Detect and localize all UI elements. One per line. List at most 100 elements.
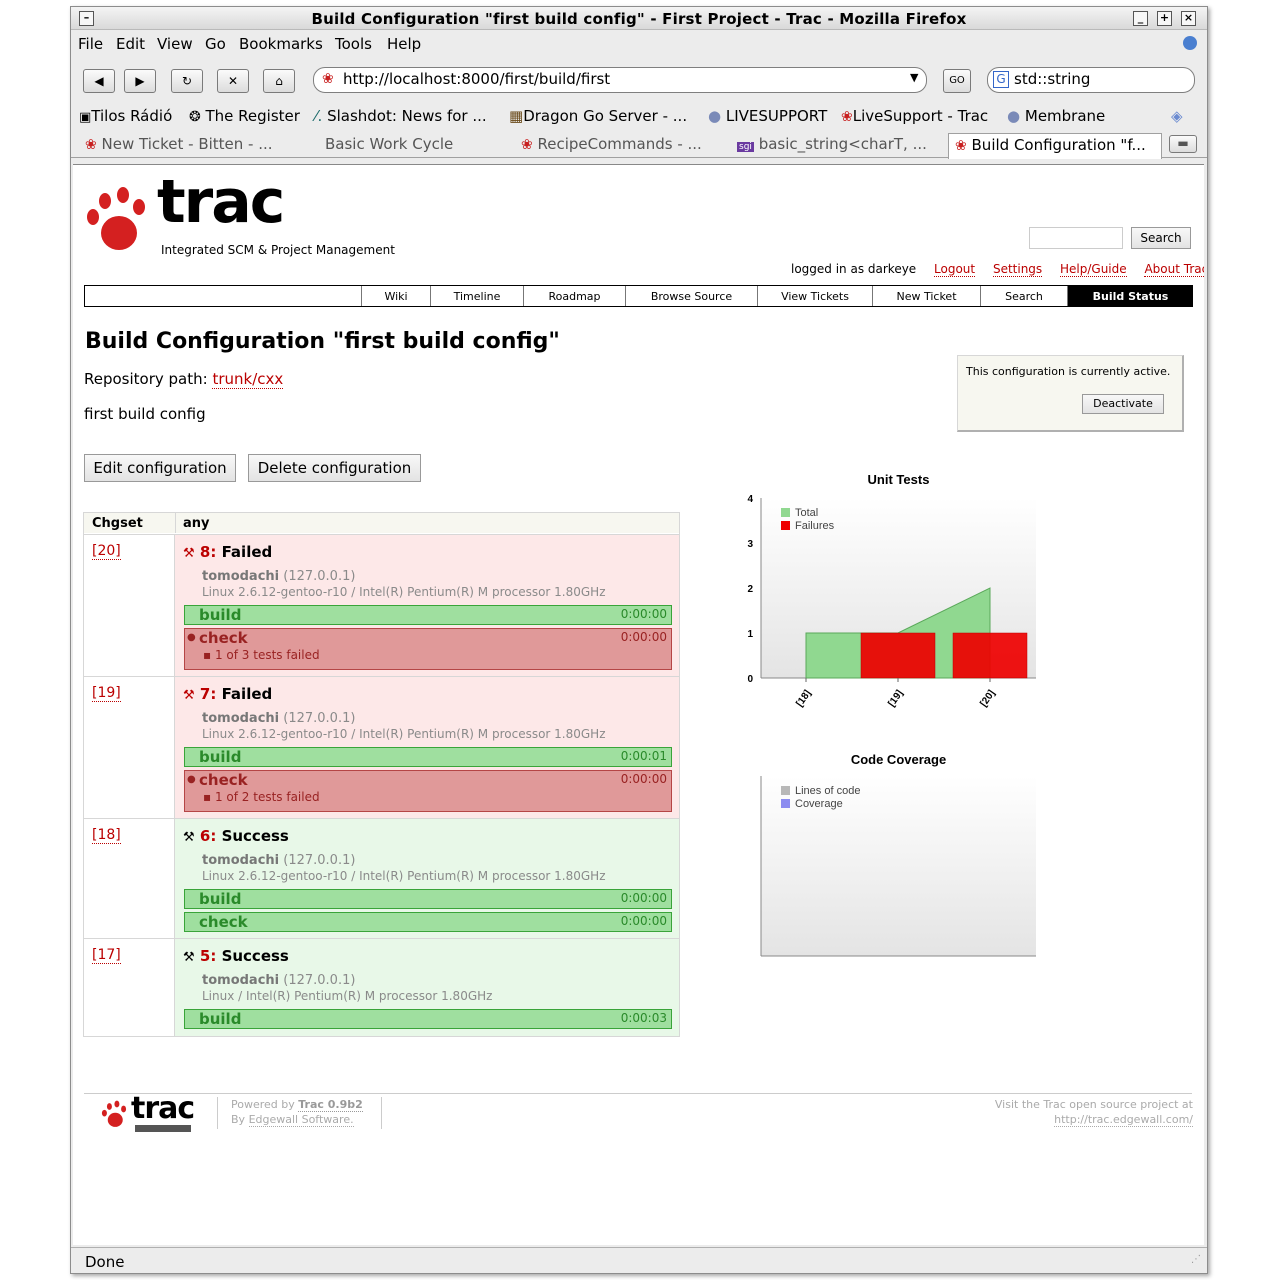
changeset-link[interactable]: [19] [92, 685, 121, 702]
maximize-icon[interactable]: + [1157, 11, 1172, 26]
success-build-icon: ⚒ [183, 830, 195, 845]
window-title: Build Configuration "first build config"… [311, 10, 967, 28]
google-icon[interactable]: G [993, 71, 1009, 88]
help-guide-link[interactable]: Help/Guide [1060, 262, 1127, 277]
metanav: logged in as darkeye Logout Settings Hel… [791, 262, 1204, 277]
build-title[interactable]: ⚒ 8: Failed [183, 543, 272, 561]
repository-path-link[interactable]: trunk/cxx [212, 370, 284, 389]
legend-swatch [781, 508, 790, 517]
repository-path: Repository path: trunk/cxx [84, 370, 284, 389]
step-build[interactable]: build 0:00:01 [184, 747, 672, 767]
logout-link[interactable]: Logout [934, 262, 976, 277]
tab-recipe-commands[interactable]: ❀ RecipeCommands - ... [521, 133, 721, 157]
step-build[interactable]: build 0:00:00 [184, 889, 672, 909]
menu-view[interactable]: View [157, 35, 193, 53]
step-build[interactable]: build 0:00:00 [184, 605, 672, 625]
nav-new-ticket[interactable]: New Ticket [872, 286, 980, 306]
tab-build-configuration[interactable]: ❀ Build Configuration "f... [948, 133, 1162, 159]
y-tick-label: 2 [747, 584, 753, 595]
trac-search-input[interactable] [1029, 227, 1123, 249]
nav-browse-source[interactable]: Browse Source [625, 286, 757, 306]
bookmark-register[interactable]: ❂ The Register [189, 107, 300, 125]
x-tick-label: [19] [886, 688, 905, 709]
menu-edit[interactable]: Edit [116, 35, 145, 53]
menu-go[interactable]: Go [205, 35, 226, 53]
trac-logo[interactable]: trac Integrated SCM & Project Management [85, 167, 395, 257]
header-chgset: Chgset [92, 516, 143, 531]
search-bar[interactable]: G std::string [987, 67, 1195, 93]
edit-configuration-button[interactable]: Edit configuration [84, 454, 236, 482]
delete-configuration-button[interactable]: Delete configuration [248, 454, 421, 482]
menu-bar: File Edit View Go Bookmarks Tools Help [71, 31, 1207, 55]
legend-label: Failures [795, 520, 835, 532]
menu-file[interactable]: File [78, 35, 103, 53]
step-check[interactable]: check 0:00:00 [184, 912, 672, 932]
main-navigation: Wiki Timeline Roadmap Browse Source View… [84, 285, 1193, 307]
settings-link[interactable]: Settings [992, 262, 1043, 277]
changeset-link[interactable]: [20] [92, 543, 121, 560]
nav-timeline[interactable]: Timeline [430, 286, 523, 306]
url-dropdown-icon[interactable]: ▼ [910, 71, 918, 84]
chart-title: Unit Tests [868, 472, 930, 487]
y-tick-label: 3 [747, 539, 753, 550]
bookmark-livesupport[interactable]: ● LIVESUPPORT [708, 107, 827, 125]
trac-version-link[interactable]: Trac 0.9b2 [298, 1098, 363, 1112]
code-coverage-chart: Code Coverage Lines of codeCoverage [760, 752, 1036, 957]
step-check[interactable]: ● check 0:00:00 ▪ 1 of 3 tests failed [184, 628, 672, 670]
footer-paw-icon [101, 1100, 127, 1127]
build-title[interactable]: ⚒ 6: Success [183, 827, 289, 845]
build-title[interactable]: ⚒ 7: Failed [183, 685, 272, 703]
stop-icon[interactable]: ✕ [217, 69, 249, 93]
trac-logo-text: trac [157, 167, 285, 237]
deactivate-button[interactable]: Deactivate [1082, 394, 1164, 414]
menu-help[interactable]: Help [387, 35, 421, 53]
trac-logo-subtitle: Integrated SCM & Project Management [161, 243, 395, 257]
bookmark-membrane[interactable]: ● Membrane [1007, 107, 1105, 125]
nav-build-status[interactable]: Build Status [1067, 286, 1193, 306]
bookmark-slashdot[interactable]: ⁄. Slashdot: News for ... [315, 107, 487, 125]
forward-icon[interactable]: ▶ [124, 69, 156, 93]
changeset-link[interactable]: [17] [92, 947, 121, 964]
menu-tools[interactable]: Tools [335, 35, 372, 53]
url-bar[interactable]: ❀ http://localhost:8000/first/build/firs… [313, 67, 927, 93]
nav-view-tickets[interactable]: View Tickets [757, 286, 872, 306]
y-tick-label: 1 [747, 629, 753, 640]
trac-powered-logo[interactable]: trac [99, 1091, 199, 1133]
step-check[interactable]: ● check 0:00:00 ▪ 1 of 2 tests failed [184, 770, 672, 812]
home-icon[interactable]: ⌂ [263, 69, 295, 93]
footer-trac-url[interactable]: http://trac.edgewall.com/ [1054, 1113, 1193, 1127]
tab-new-ticket[interactable]: ❀ New Ticket - Bitten - ... [85, 133, 311, 157]
changeset-link[interactable]: [18] [92, 827, 121, 844]
minimize-icon[interactable]: _ [1133, 11, 1148, 26]
bookmark-dragon-go[interactable]: ▦Dragon Go Server - ... [509, 107, 687, 125]
bookmarks-overflow-icon[interactable]: ◈ [1171, 107, 1183, 125]
trac-search-button[interactable]: Search [1131, 227, 1191, 249]
build-title[interactable]: ⚒ 5: Success [183, 947, 289, 965]
edgewall-link[interactable]: Edgewall Software. [248, 1113, 354, 1127]
bookmark-livesupport-trac[interactable]: ❀LiveSupport - Trac [841, 107, 988, 125]
success-build-icon: ⚒ [183, 950, 195, 965]
tab-list-icon[interactable]: ▬ [1169, 135, 1197, 153]
close-icon[interactable]: × [1181, 11, 1196, 26]
tab-basic-string[interactable]: sgi basic_string<charT, ... [737, 133, 937, 157]
nav-search[interactable]: Search [980, 286, 1067, 306]
navigation-toolbar: ◀ ▶ ↻ ✕ ⌂ ❀ http://localhost:8000/first/… [71, 63, 1207, 97]
tab-bar: ❀ New Ticket - Bitten - ... Basic Work C… [71, 131, 1207, 159]
footer-powered: Powered by Trac 0.9b2 [231, 1098, 363, 1112]
nav-roadmap[interactable]: Roadmap [523, 286, 625, 306]
step-error: ▪ 1 of 3 tests failed [203, 648, 320, 662]
go-button[interactable]: GO [943, 69, 971, 93]
reload-icon[interactable]: ↻ [171, 69, 203, 93]
y-tick-label: 0 [747, 674, 753, 685]
tab-basic-work-cycle[interactable]: Basic Work Cycle [325, 133, 511, 157]
menu-bookmarks[interactable]: Bookmarks [239, 35, 323, 53]
url-text: http://localhost:8000/first/build/first [343, 70, 611, 88]
nav-wiki[interactable]: Wiki [361, 286, 430, 306]
series-failures-bar [860, 632, 936, 679]
step-build[interactable]: build 0:00:03 [184, 1009, 672, 1029]
resize-grip-icon[interactable]: ⋰ [1191, 1254, 1201, 1265]
bookmark-tilos[interactable]: ▣Tilos Rádió [79, 107, 172, 125]
back-icon[interactable]: ◀ [83, 69, 115, 93]
about-trac-link[interactable]: About Trac [1144, 262, 1204, 277]
active-config-box: This configuration is currently active. … [957, 355, 1184, 432]
